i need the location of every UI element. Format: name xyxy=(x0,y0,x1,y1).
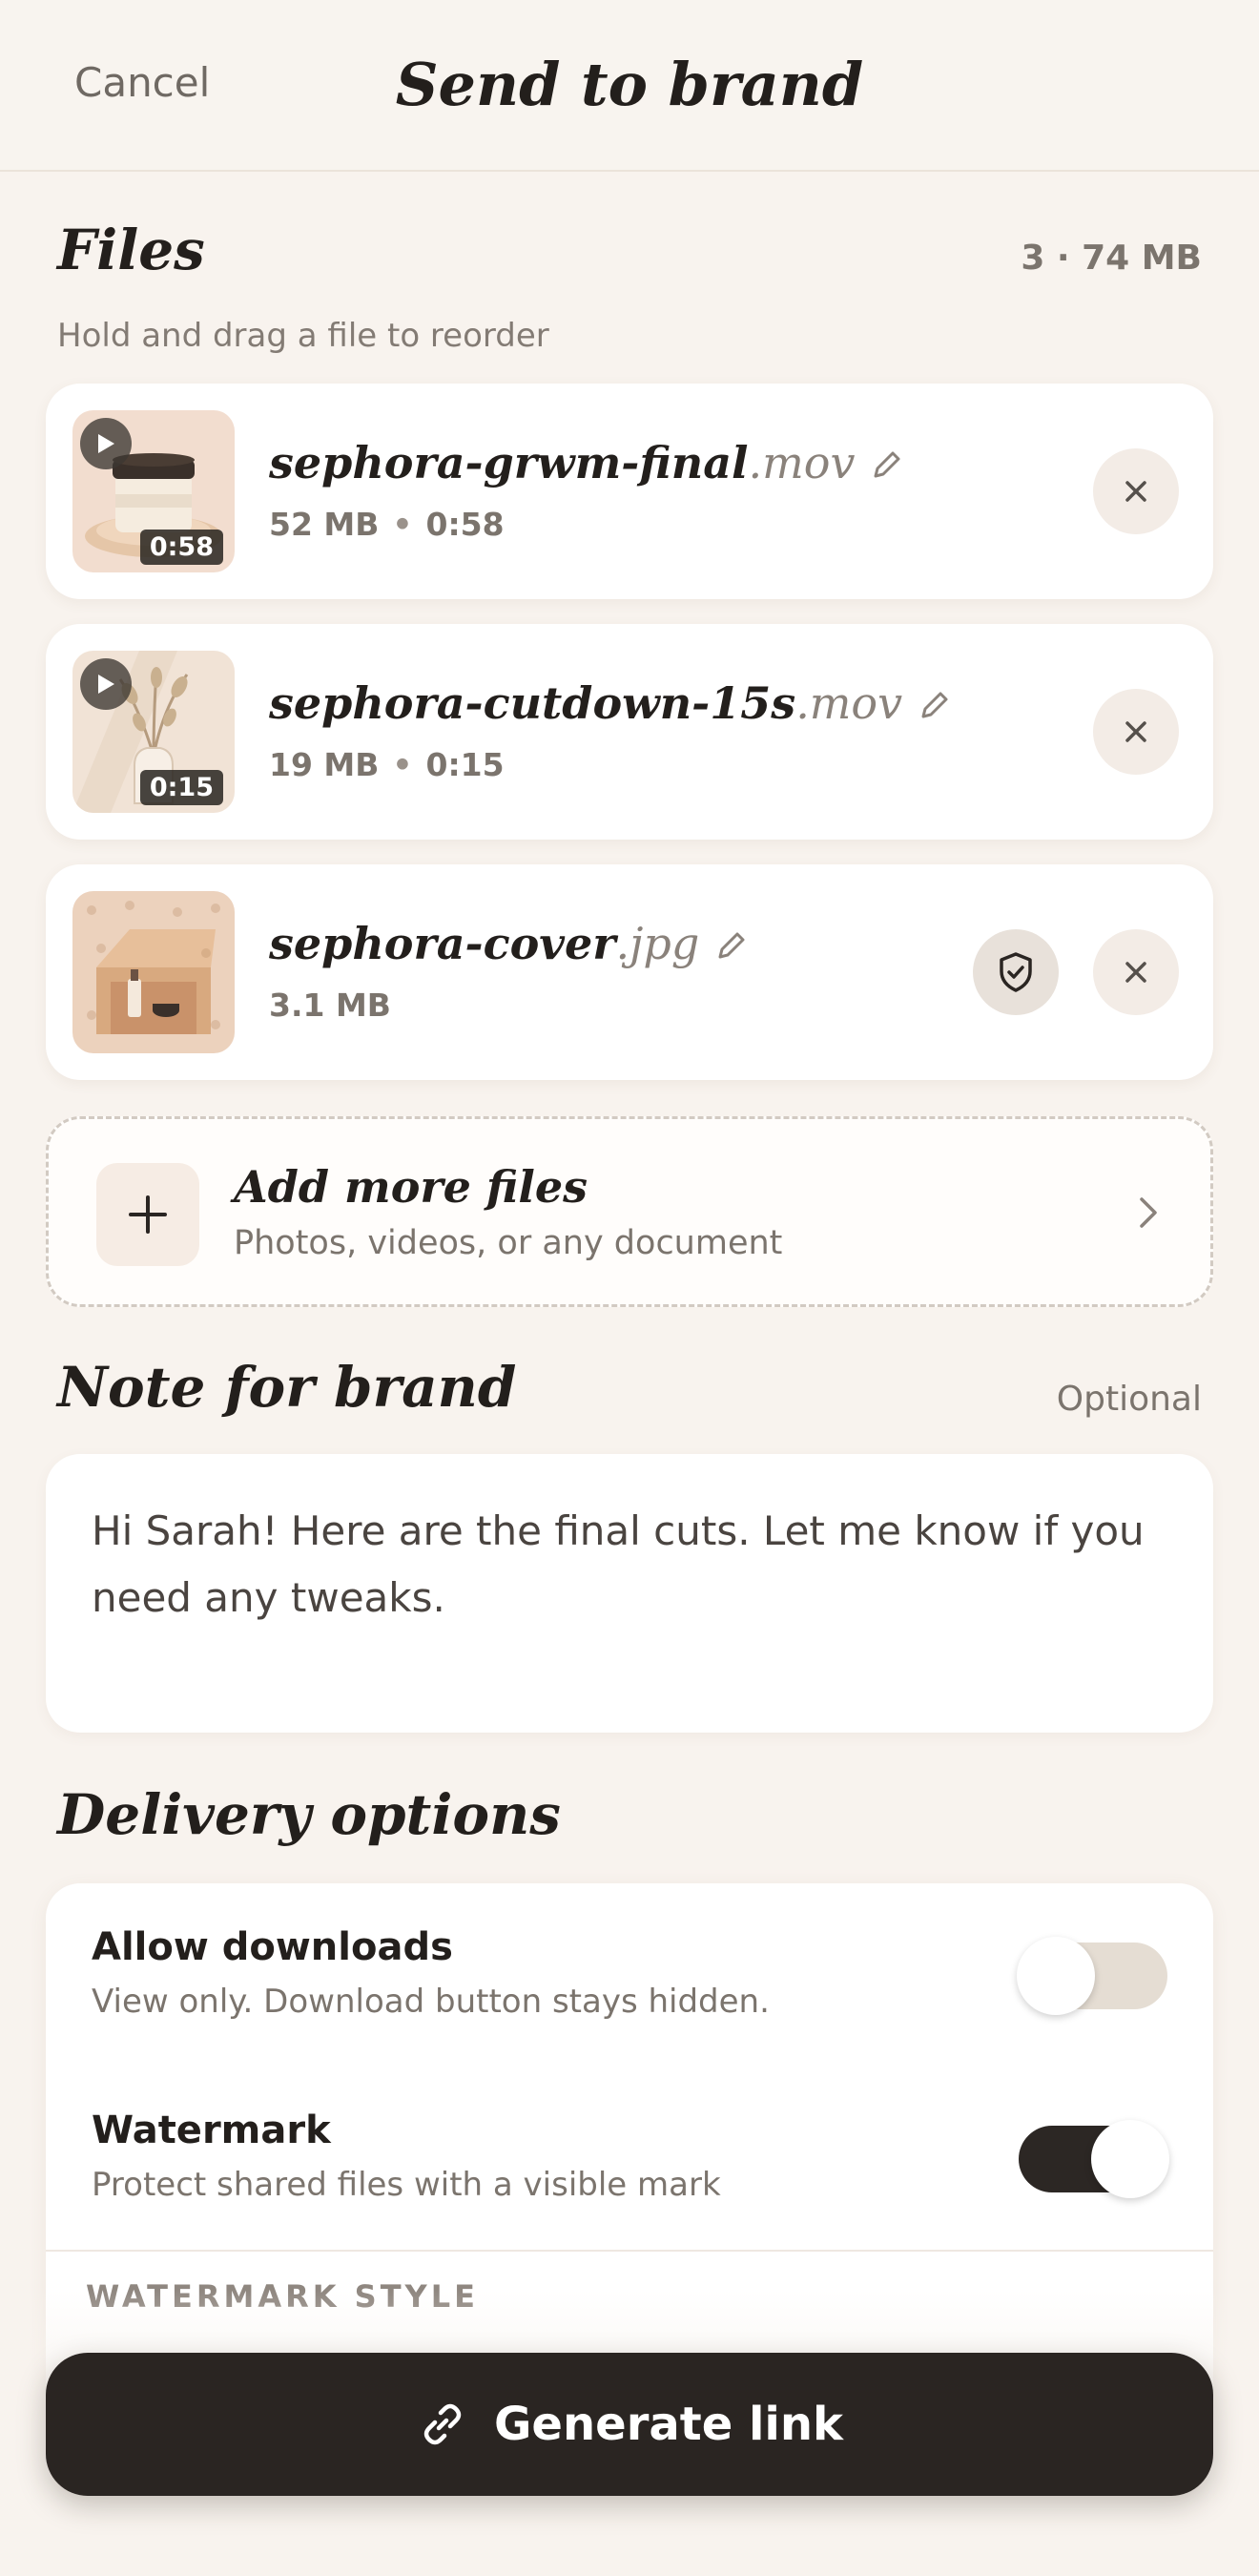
file-name[interactable]: sephora-grwm-final .mov xyxy=(269,437,904,488)
reorder-hint: Hold and drag a file to reorder xyxy=(57,317,549,355)
add-more-files-button[interactable]: Add more files Photos, videos, or any do… xyxy=(46,1116,1213,1307)
remove-file-button[interactable] xyxy=(1093,929,1179,1015)
toggle-knob xyxy=(1091,2120,1169,2198)
pencil-icon[interactable] xyxy=(714,922,749,959)
page-title: Send to brand xyxy=(395,50,864,119)
file-name[interactable]: sephora-cover .jpg xyxy=(269,918,749,969)
file-item[interactable]: 0:58 sephora-grwm-final .mov 52 MB • 0:58 xyxy=(46,384,1213,599)
thumbnail-duration: 0:58 xyxy=(139,530,223,565)
remove-file-button[interactable] xyxy=(1093,689,1179,775)
generate-link-label: Generate link xyxy=(494,2398,843,2451)
play-icon[interactable] xyxy=(80,658,132,710)
optional-label: Optional xyxy=(1056,1380,1202,1419)
watermark-label: Watermark xyxy=(92,2109,331,2152)
allow-downloads-toggle[interactable] xyxy=(1017,1937,1167,2015)
file-item[interactable]: sephora-cover .jpg 3.1 MB xyxy=(46,864,1213,1080)
play-icon[interactable] xyxy=(80,418,132,469)
chevron-right-icon xyxy=(1138,1194,1161,1236)
watermark-protected-button[interactable] xyxy=(973,929,1059,1015)
file-thumbnail xyxy=(72,891,235,1053)
file-thumbnail: 0:15 xyxy=(72,651,235,813)
file-meta: 19 MB • 0:15 xyxy=(269,746,505,783)
shield-check-icon xyxy=(1000,952,1032,992)
add-more-subtitle: Photos, videos, or any document xyxy=(234,1224,783,1262)
toggle-knob xyxy=(1017,1937,1095,2015)
files-section-title: Files xyxy=(57,218,205,282)
top-bar: Cancel Send to brand xyxy=(0,0,1259,172)
generate-link-button[interactable]: Generate link xyxy=(46,2353,1213,2496)
plus-icon xyxy=(96,1163,199,1266)
add-more-title: Add more files xyxy=(234,1161,588,1213)
file-meta: 3.1 MB xyxy=(269,987,391,1024)
pencil-icon[interactable] xyxy=(870,441,904,478)
allow-downloads-description: View only. Download button stays hidden. xyxy=(92,1983,770,2021)
files-summary: 3 · 74 MB xyxy=(1021,239,1202,278)
file-item[interactable]: 0:15 sephora-cutdown-15s .mov 19 MB • 0:15 xyxy=(46,624,1213,840)
watermark-description: Protect shared files with a visible mark xyxy=(92,2166,721,2204)
file-meta: 52 MB • 0:58 xyxy=(269,506,505,543)
note-section-title: Note for brand xyxy=(57,1355,517,1420)
link-icon xyxy=(423,2403,462,2445)
divider xyxy=(46,2250,1213,2252)
watermark-toggle[interactable] xyxy=(1019,2120,1169,2198)
delivery-section-title: Delivery options xyxy=(57,1782,561,1847)
close-icon xyxy=(1125,481,1146,502)
remove-file-button[interactable] xyxy=(1093,448,1179,534)
close-icon xyxy=(1125,962,1146,983)
close-icon xyxy=(1125,721,1146,742)
allow-downloads-label: Allow downloads xyxy=(92,1925,453,1969)
file-thumbnail: 0:58 xyxy=(72,410,235,572)
file-name[interactable]: sephora-cutdown-15s .mov xyxy=(269,677,952,729)
pencil-icon[interactable] xyxy=(918,681,952,718)
thumbnail-duration: 0:15 xyxy=(139,770,223,805)
note-textarea[interactable]: Hi Sarah! Here are the final cuts. Let m… xyxy=(46,1454,1213,1733)
